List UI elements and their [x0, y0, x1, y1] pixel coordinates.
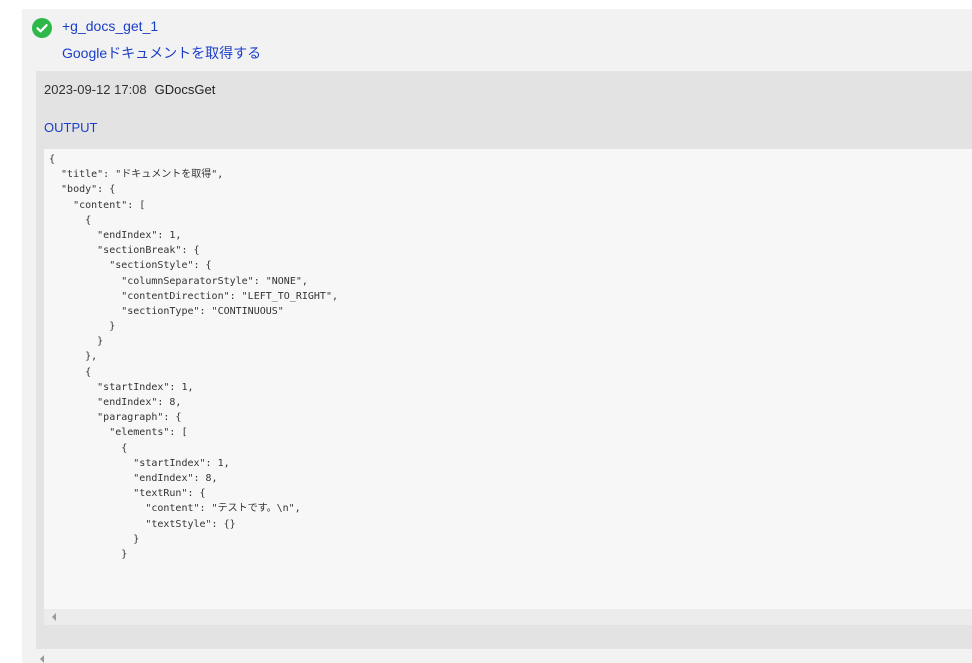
- log-panel: 2023-09-12 17:08 GDocsGet OUTPUT { "title…: [36, 71, 972, 655]
- output-label: OUTPUT: [44, 120, 98, 135]
- step-description-link[interactable]: Googleドキュメントを取得する: [62, 43, 261, 63]
- code-line: "content": "テストです。\n",: [49, 503, 301, 515]
- log-timestamp: 2023-09-12 17:08: [44, 82, 147, 97]
- code-line: }: [49, 321, 116, 333]
- log-meta: 2023-09-12 17:08 GDocsGet: [44, 82, 215, 97]
- code-line: },: [49, 351, 98, 363]
- code-line: {: [49, 442, 128, 454]
- code-line: "sectionType": "CONTINUOUS": [49, 305, 284, 317]
- output-code-block[interactable]: { "title": "ドキュメントを取得", "body": { "conte…: [44, 149, 972, 625]
- code-line: "paragraph": {: [49, 412, 182, 424]
- code-line: }: [49, 533, 140, 545]
- log-tool-name: GDocsGet: [154, 82, 216, 97]
- scroll-left-arrow-icon[interactable]: [52, 613, 56, 621]
- code-line: "sectionStyle": {: [49, 260, 212, 272]
- code-line: "textRun": {: [49, 488, 206, 500]
- code-line: }: [49, 548, 128, 560]
- code-line: "content": [: [49, 199, 146, 211]
- code-line: "endIndex": 8,: [49, 472, 218, 484]
- code-line: "endIndex": 8,: [49, 397, 182, 408]
- code-horizontal-scrollbar[interactable]: [44, 609, 972, 625]
- step-header: +g_docs_get_1 Googleドキュメントを取得する: [32, 17, 632, 69]
- step-card: +g_docs_get_1 Googleドキュメントを取得する 2023-09-…: [22, 9, 972, 663]
- step-id-link[interactable]: +g_docs_get_1: [62, 18, 158, 34]
- code-line: {: [49, 214, 92, 226]
- code-line: "endIndex": 1,: [49, 229, 182, 241]
- page: +g_docs_get_1 Googleドキュメントを取得する 2023-09-…: [0, 0, 972, 663]
- code-line: "contentDirection": "LEFT_TO_RIGHT",: [49, 290, 338, 302]
- code-line: }: [49, 336, 104, 348]
- code-line: {: [49, 154, 56, 165]
- code-line: "sectionBreak": {: [49, 245, 200, 257]
- code-line: "elements": [: [49, 427, 188, 439]
- code-line: "startIndex": 1,: [49, 457, 230, 469]
- card-horizontal-scrollbar[interactable]: [22, 649, 972, 663]
- code-line: "startIndex": 1,: [49, 381, 194, 393]
- code-line: {: [49, 366, 92, 378]
- code-line: "body": {: [49, 184, 116, 196]
- code-line: "title": "ドキュメントを取得",: [49, 169, 224, 181]
- scroll-left-arrow-icon[interactable]: [40, 655, 44, 663]
- code-line: "columnSeparatorStyle": "NONE",: [49, 275, 308, 287]
- code-line: "textStyle": {}: [49, 518, 236, 530]
- output-code-text: { "title": "ドキュメントを取得", "body": { "conte…: [49, 152, 338, 562]
- check-circle-icon: [32, 18, 52, 38]
